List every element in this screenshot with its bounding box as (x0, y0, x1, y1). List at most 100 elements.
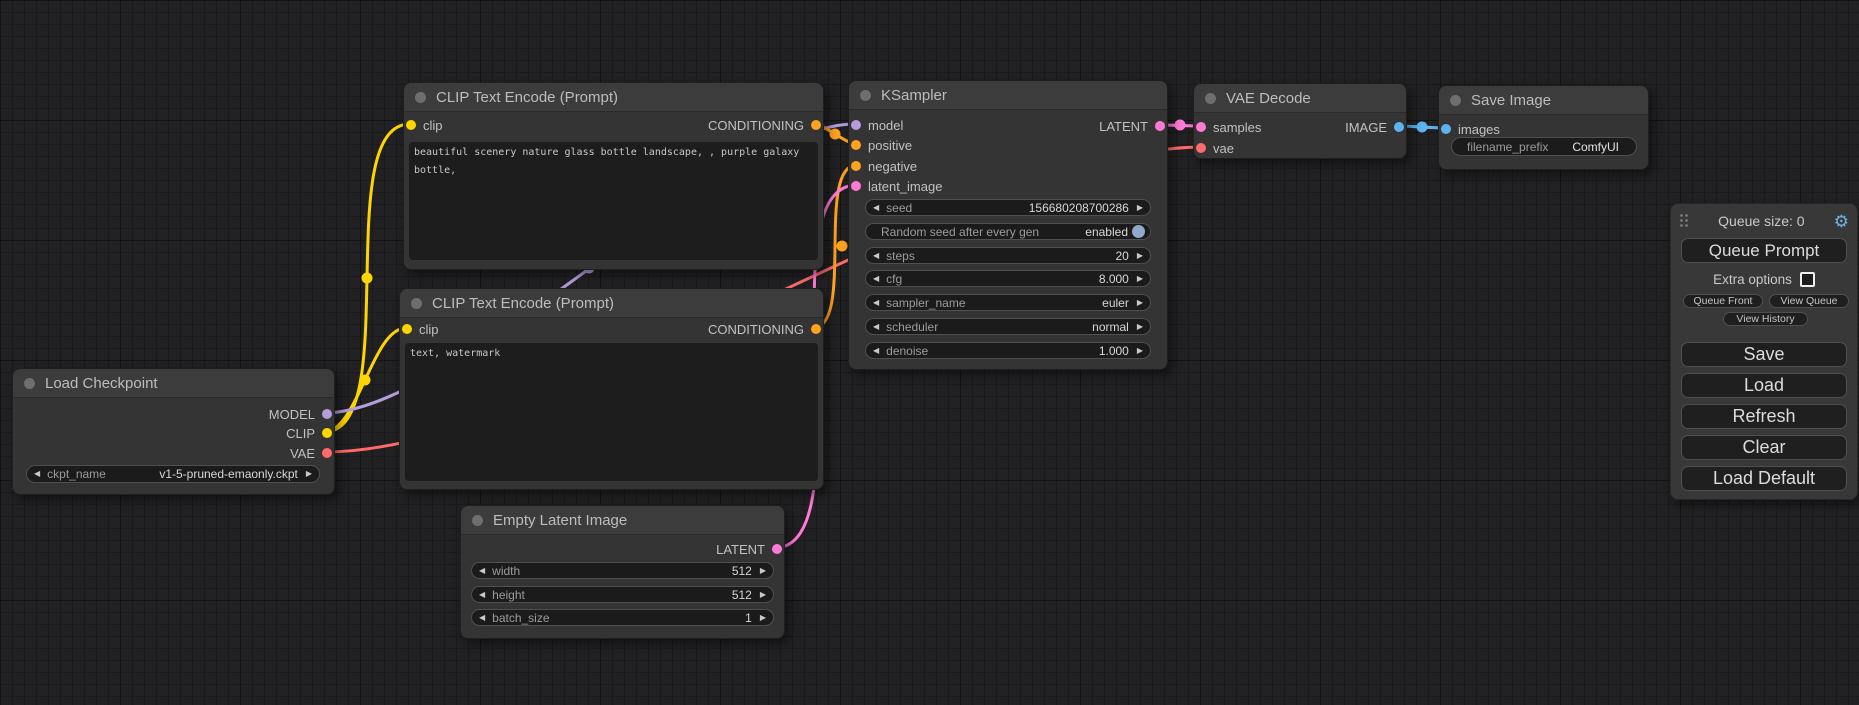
output-slot-image[interactable]: IMAGE (1345, 119, 1404, 135)
widget-scheduler[interactable]: ◀ scheduler normal ▶ (865, 318, 1151, 335)
increment-arrow-icon[interactable]: ▶ (1137, 204, 1143, 212)
widget-denoise[interactable]: ◀ denoise 1.000 ▶ (865, 342, 1151, 359)
output-slot-clip[interactable]: CLIP (286, 425, 332, 441)
widget-width[interactable]: ◀ width 512 ▶ (471, 562, 774, 579)
link-dot-image (1417, 122, 1428, 133)
output-slot-latent[interactable]: LATENT (1099, 118, 1165, 134)
node-save-image[interactable]: Save Image images filename_prefix ComfyU… (1438, 85, 1649, 170)
input-slot-clip[interactable]: clip (406, 117, 443, 133)
decrement-arrow-icon[interactable]: ◀ (479, 591, 485, 599)
decrement-arrow-icon[interactable]: ◀ (479, 614, 485, 622)
queue-front-button[interactable]: Queue Front (1683, 294, 1763, 308)
widget-filename-prefix[interactable]: filename_prefix ComfyUI (1451, 137, 1637, 156)
model-input-dot-icon[interactable] (851, 120, 861, 130)
collapse-dot-icon[interactable] (24, 378, 35, 389)
increment-arrow-icon[interactable]: ▶ (306, 470, 312, 478)
view-history-button[interactable]: View History (1723, 312, 1808, 326)
image-input-dot-icon[interactable] (1441, 124, 1451, 134)
prompt-text-input[interactable]: text, watermark (405, 343, 818, 481)
settings-gear-icon[interactable]: ⚙ (1834, 213, 1849, 230)
output-slot-conditioning[interactable]: CONDITIONING (708, 321, 821, 337)
decrement-arrow-icon[interactable]: ◀ (479, 567, 485, 575)
widget-cfg[interactable]: ◀ cfg 8.000 ▶ (865, 270, 1151, 287)
output-slot-model[interactable]: MODEL (269, 406, 332, 422)
collapse-dot-icon[interactable] (472, 515, 483, 526)
panel-header: Queue size: 0 ⚙ (1679, 210, 1849, 232)
latent-output-dot-icon[interactable] (1155, 121, 1165, 131)
widget-ckpt-name[interactable]: ◀ ckpt_name v1-5-pruned-emaonly.ckpt ▶ (26, 465, 320, 483)
widget-sampler-name[interactable]: ◀ sampler_name euler ▶ (865, 294, 1151, 311)
collapse-dot-icon[interactable] (415, 92, 426, 103)
input-slot-positive[interactable]: positive (851, 137, 912, 153)
conditioning-input-dot-icon[interactable] (851, 161, 861, 171)
extra-options-checkbox[interactable] (1800, 272, 1815, 287)
decrement-arrow-icon[interactable]: ◀ (873, 347, 879, 355)
collapse-dot-icon[interactable] (411, 298, 422, 309)
link-dot-conditioning-positive (830, 129, 841, 140)
collapse-dot-icon[interactable] (860, 90, 871, 101)
queue-prompt-button[interactable]: Queue Prompt (1681, 238, 1847, 263)
increment-arrow-icon[interactable]: ▶ (1137, 252, 1143, 260)
latent-output-dot-icon[interactable] (772, 544, 782, 554)
widget-label: cfg (886, 272, 902, 286)
conditioning-input-dot-icon[interactable] (851, 140, 861, 150)
increment-arrow-icon[interactable]: ▶ (1137, 299, 1143, 307)
save-button[interactable]: Save (1681, 342, 1847, 367)
input-slot-latent-image[interactable]: latent_image (851, 178, 942, 194)
widget-seed[interactable]: ◀ seed 156680208700286 ▶ (865, 199, 1151, 216)
widget-height[interactable]: ◀ height 512 ▶ (471, 586, 774, 603)
load-button[interactable]: Load (1681, 373, 1847, 398)
increment-arrow-icon[interactable]: ▶ (760, 614, 766, 622)
decrement-arrow-icon[interactable]: ◀ (873, 252, 879, 260)
decrement-arrow-icon[interactable]: ◀ (873, 299, 879, 307)
widget-steps[interactable]: ◀ steps 20 ▶ (865, 247, 1151, 264)
load-default-button[interactable]: Load Default (1681, 466, 1847, 491)
vae-output-dot-icon[interactable] (322, 448, 332, 458)
input-slot-images[interactable]: images (1441, 121, 1500, 137)
input-slot-samples[interactable]: samples (1196, 119, 1261, 135)
node-clip-text-encode-negative[interactable]: CLIP Text Encode (Prompt) clip CONDITION… (399, 288, 824, 490)
collapse-dot-icon[interactable] (1205, 93, 1216, 104)
input-slot-model[interactable]: model (851, 117, 903, 133)
conditioning-output-dot-icon[interactable] (811, 120, 821, 130)
input-slot-clip[interactable]: clip (402, 321, 439, 337)
widget-random-seed[interactable]: Random seed after every gen enabled (865, 223, 1151, 240)
decrement-arrow-icon[interactable]: ◀ (34, 470, 40, 478)
latent-input-dot-icon[interactable] (1196, 122, 1206, 132)
node-ksampler[interactable]: KSampler model positive negative latent_… (848, 80, 1168, 370)
increment-arrow-icon[interactable]: ▶ (760, 567, 766, 575)
node-clip-text-encode-positive[interactable]: CLIP Text Encode (Prompt) clip CONDITION… (403, 82, 824, 270)
vae-input-dot-icon[interactable] (1196, 143, 1206, 153)
output-slot-vae[interactable]: VAE (290, 445, 332, 461)
latent-input-dot-icon[interactable] (851, 181, 861, 191)
prompt-text-input[interactable]: beautiful scenery nature glass bottle la… (409, 142, 818, 260)
input-slot-negative[interactable]: negative (851, 158, 917, 174)
increment-arrow-icon[interactable]: ▶ (1137, 323, 1143, 331)
node-empty-latent-image[interactable]: Empty Latent Image LATENT ◀ width 512 ▶ … (460, 505, 785, 639)
output-slot-latent[interactable]: LATENT (716, 541, 782, 557)
clip-input-dot-icon[interactable] (406, 120, 416, 130)
clear-button[interactable]: Clear (1681, 435, 1847, 460)
increment-arrow-icon[interactable]: ▶ (760, 591, 766, 599)
increment-arrow-icon[interactable]: ▶ (1137, 275, 1143, 283)
drag-handle-icon[interactable] (1679, 213, 1689, 229)
model-output-dot-icon[interactable] (322, 409, 332, 419)
node-graph-canvas[interactable]: Load Checkpoint MODEL CLIP VAE ◀ ckpt_na… (0, 0, 1859, 705)
output-slot-conditioning[interactable]: CONDITIONING (708, 117, 821, 133)
decrement-arrow-icon[interactable]: ◀ (873, 275, 879, 283)
node-vae-decode[interactable]: VAE Decode samples vae IMAGE (1193, 83, 1407, 159)
refresh-button[interactable]: Refresh (1681, 404, 1847, 429)
collapse-dot-icon[interactable] (1450, 95, 1461, 106)
clip-input-dot-icon[interactable] (402, 324, 412, 334)
clip-output-dot-icon[interactable] (322, 428, 332, 438)
node-load-checkpoint[interactable]: Load Checkpoint MODEL CLIP VAE ◀ ckpt_na… (12, 368, 335, 495)
widget-batch-size[interactable]: ◀ batch_size 1 ▶ (471, 609, 774, 626)
decrement-arrow-icon[interactable]: ◀ (873, 323, 879, 331)
view-queue-button[interactable]: View Queue (1769, 294, 1849, 308)
toggle-icon[interactable] (1132, 225, 1145, 238)
conditioning-output-dot-icon[interactable] (811, 324, 821, 334)
image-output-dot-icon[interactable] (1394, 122, 1404, 132)
decrement-arrow-icon[interactable]: ◀ (873, 204, 879, 212)
input-slot-vae[interactable]: vae (1196, 140, 1234, 156)
increment-arrow-icon[interactable]: ▶ (1137, 347, 1143, 355)
